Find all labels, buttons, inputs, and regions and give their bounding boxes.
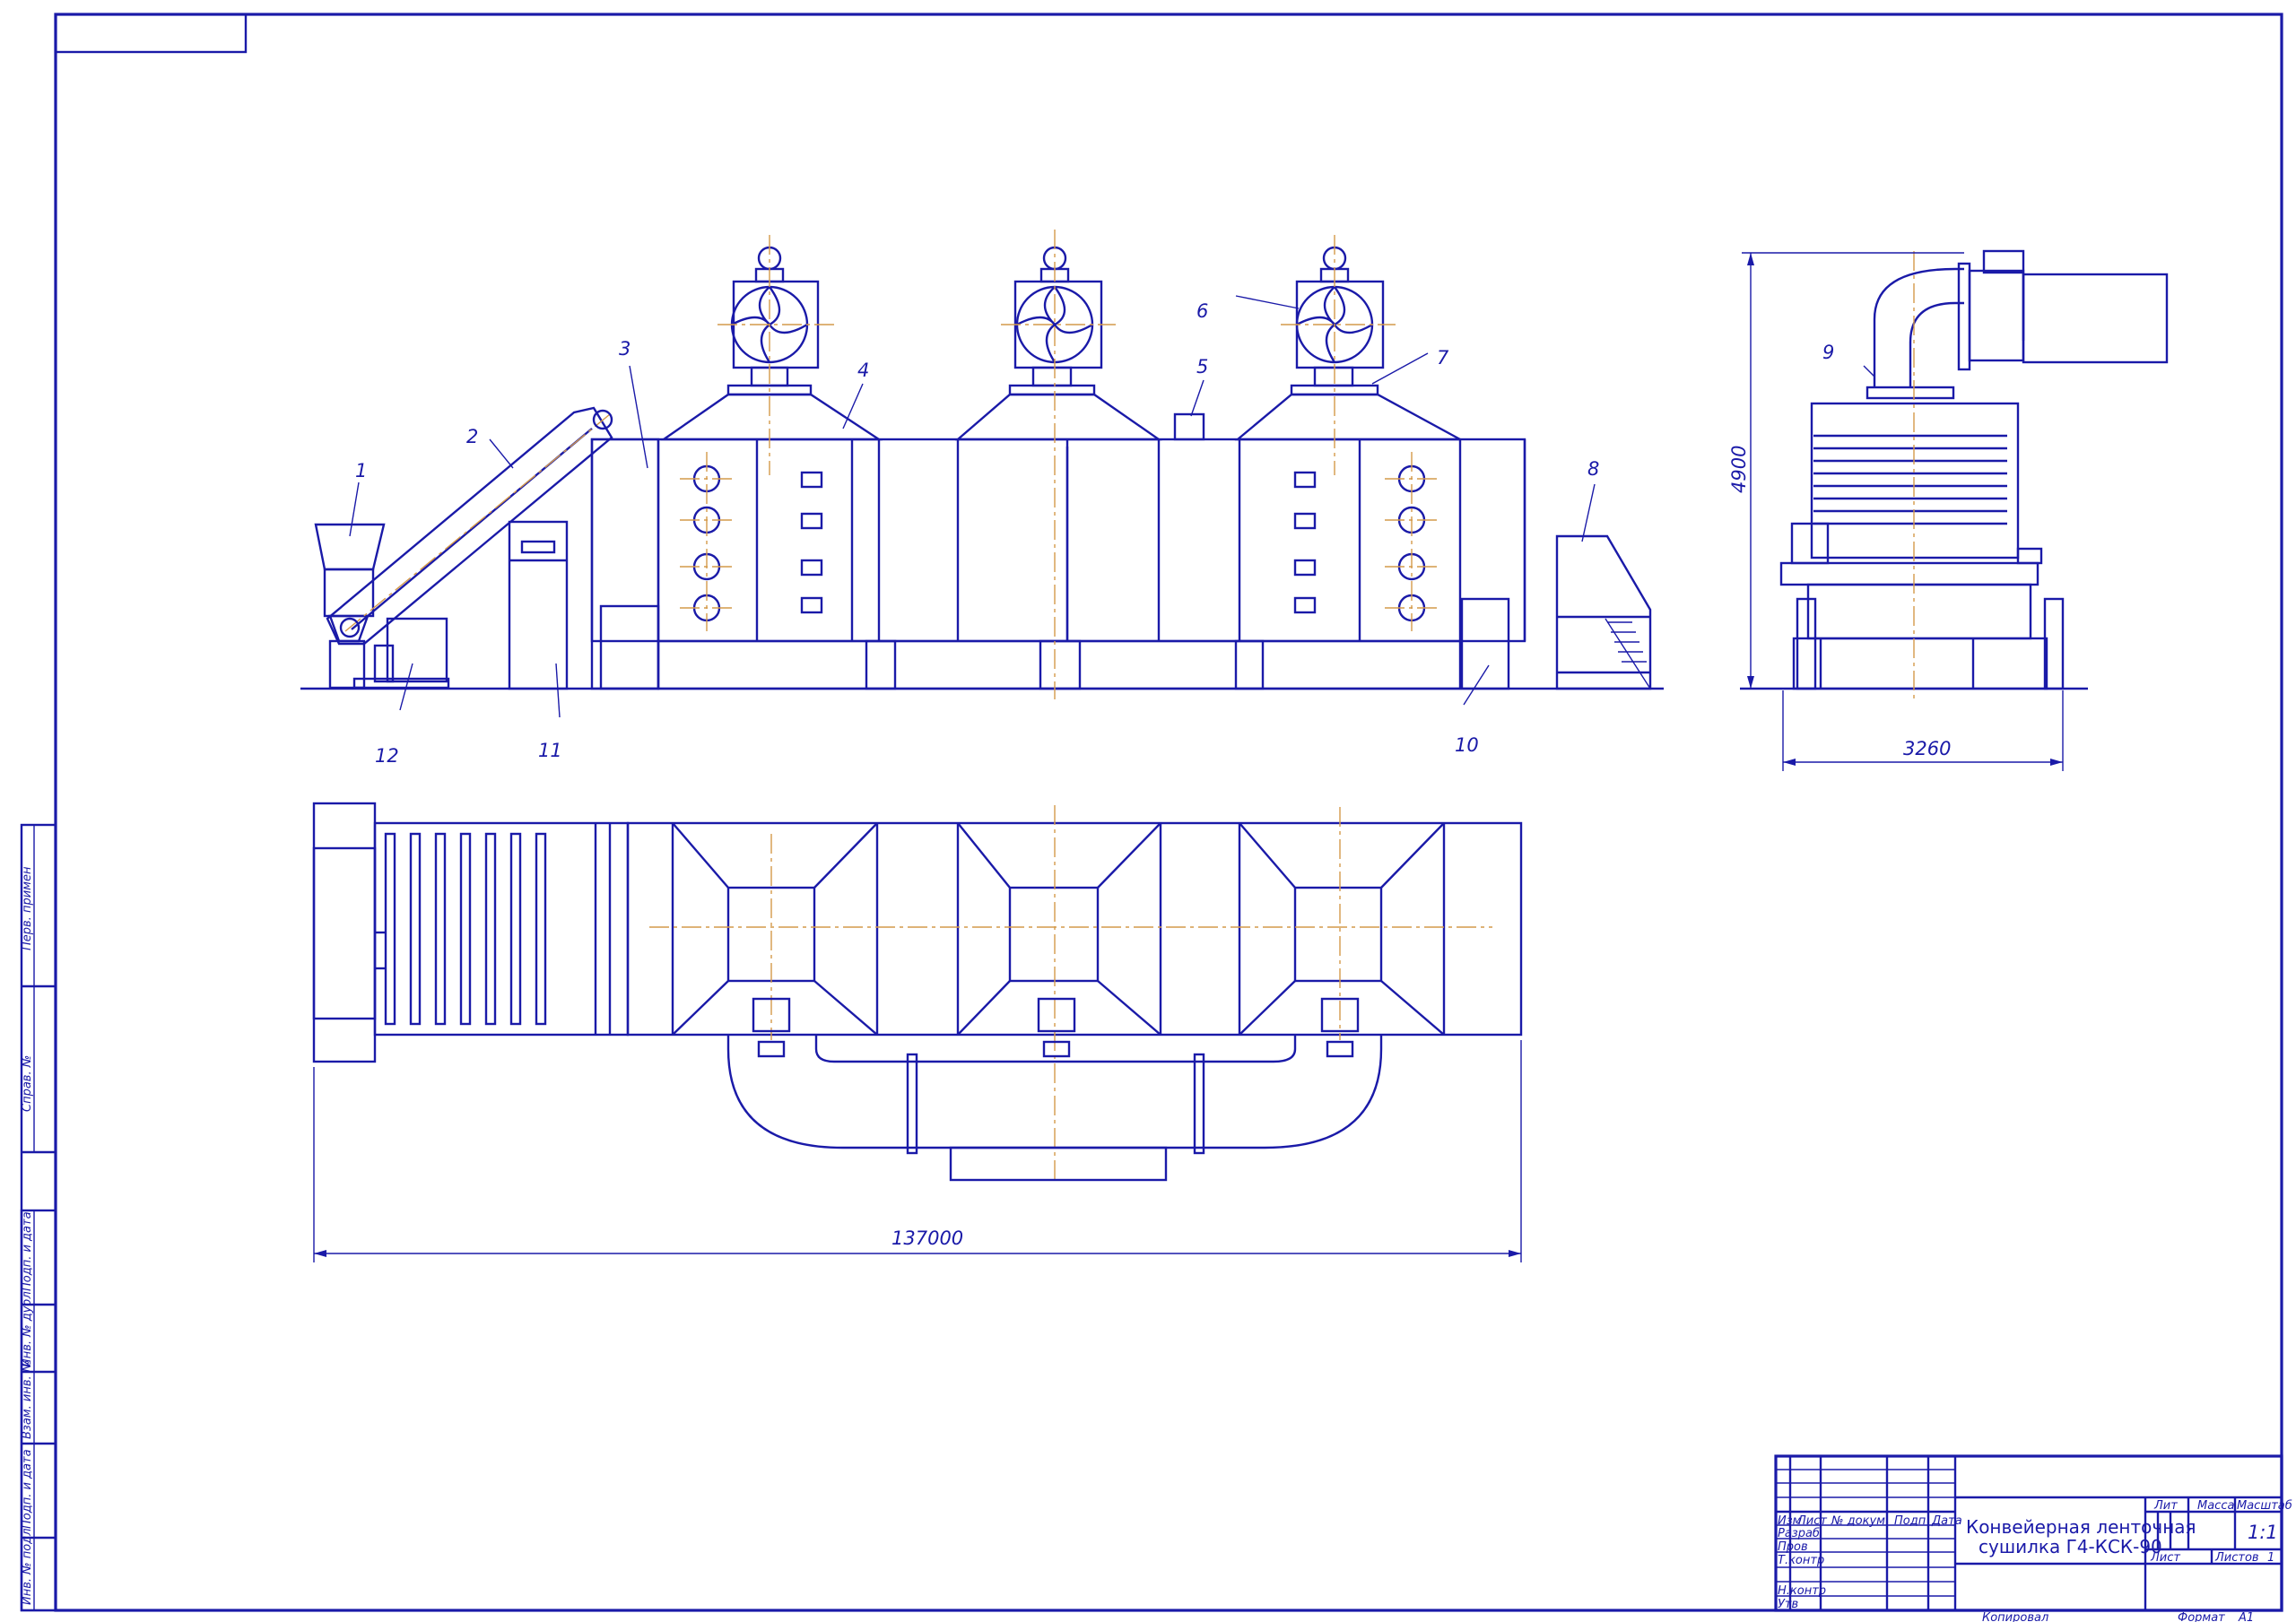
stamp-podp-data-2: Подп. и дата (21, 1449, 34, 1529)
footer-format-value: A1 (2238, 1611, 2254, 1622)
tb-col-data: Дата (1931, 1514, 1962, 1528)
stamp-sprav-no: Справ. № (21, 1055, 34, 1112)
footer-copied: Копировал (1982, 1611, 2048, 1622)
plan-hood-1 (672, 822, 878, 1040)
tb-sheet-label: Лист (2150, 1551, 2180, 1565)
label-4: 4 (857, 360, 869, 381)
hood-1 (660, 366, 883, 441)
hood-3 (1234, 366, 1461, 441)
feed-hopper (314, 523, 386, 690)
side-stamp-column: Перв. примен Справ. № Подп. и дата Инв. … (20, 823, 57, 1612)
label-11: 11 (538, 740, 562, 761)
label-7: 7 (1437, 347, 1449, 369)
label-5: 5 (1196, 356, 1208, 377)
hood-2 (954, 366, 1162, 441)
tb-scale-value: 1:1 (2248, 1522, 2278, 1543)
label-1: 1 (355, 460, 367, 481)
tb-row-tkontr: Т.контр (1778, 1554, 1824, 1567)
tb-lit-label: Лит (2153, 1499, 2178, 1513)
dryer-body (590, 438, 1526, 690)
label-3: 3 (619, 338, 631, 360)
tb-col-podp: Подп (1894, 1514, 1926, 1528)
label-12: 12 (375, 745, 399, 767)
tb-row-utv: Утв (1778, 1598, 1798, 1611)
label-2: 2 (466, 426, 478, 447)
drawing-title-line1: Конвейерная ленточная (1966, 1516, 2196, 1538)
tb-col-list: Лист (1796, 1514, 1827, 1528)
drive-motor-12 (352, 617, 450, 690)
fan-2 (1001, 230, 1116, 699)
unloading-unit-8 (1555, 534, 1652, 690)
tb-sheets-label: Листов (2214, 1551, 2259, 1565)
tb-row-prov: Пров (1778, 1540, 1808, 1554)
dim-height: 4900 (1728, 446, 1750, 493)
plan-view: 137000 (312, 802, 1523, 1262)
footer-format-label: Формат (2178, 1611, 2225, 1622)
inspection-windows (680, 452, 1439, 631)
front-view: 1 2 3 4 5 6 7 8 10 11 12 (300, 230, 1664, 767)
stamp-podp-data-1: Подп. и дата (21, 1211, 34, 1291)
leader-lines (349, 295, 1596, 718)
stamp-inv-dubl: Инв. № дубл (21, 1291, 34, 1367)
plan-hood-3 (1239, 807, 1445, 1040)
label-10: 10 (1455, 734, 1479, 756)
tb-col-dokum: № докум (1831, 1514, 1885, 1528)
side-view: 9 4900 3260 (1728, 249, 2169, 771)
tb-sheets-value: 1 (2267, 1551, 2274, 1565)
dim-width: 3260 (1903, 738, 1951, 759)
drawing-title-line2: сушилка Г4-КСК-90 (1979, 1536, 2162, 1557)
label-8: 8 (1587, 458, 1599, 480)
tb-mass-label: Масса (2197, 1499, 2234, 1513)
engineering-drawing-sheet: Перв. примен Справ. № Подп. и дата Инв. … (20, 13, 2292, 1622)
title-block: Изм Лист № докум Подп Дата Разраб Пров Т… (1774, 1454, 2292, 1612)
stamp-vzam-inv: Взам. инв. № (21, 1360, 34, 1439)
vent-nozzle-5 (1173, 412, 1205, 441)
stamp-inv-podl: Инв. № подл (21, 1528, 34, 1605)
tb-row-nkontr: Н.контр (1778, 1584, 1826, 1598)
tb-row-razrab: Разраб (1778, 1527, 1820, 1540)
stamp-perv-primen: Перв. примен (21, 866, 34, 950)
dim-length: 137000 (891, 1227, 963, 1249)
control-cabinet-11 (508, 520, 569, 690)
tb-scale-label: Масштаб (2237, 1499, 2292, 1513)
label-6: 6 (1196, 300, 1208, 322)
sheet-frame (54, 13, 2283, 1612)
label-9: 9 (1822, 342, 1834, 363)
plan-hood-2 (957, 805, 1161, 1182)
